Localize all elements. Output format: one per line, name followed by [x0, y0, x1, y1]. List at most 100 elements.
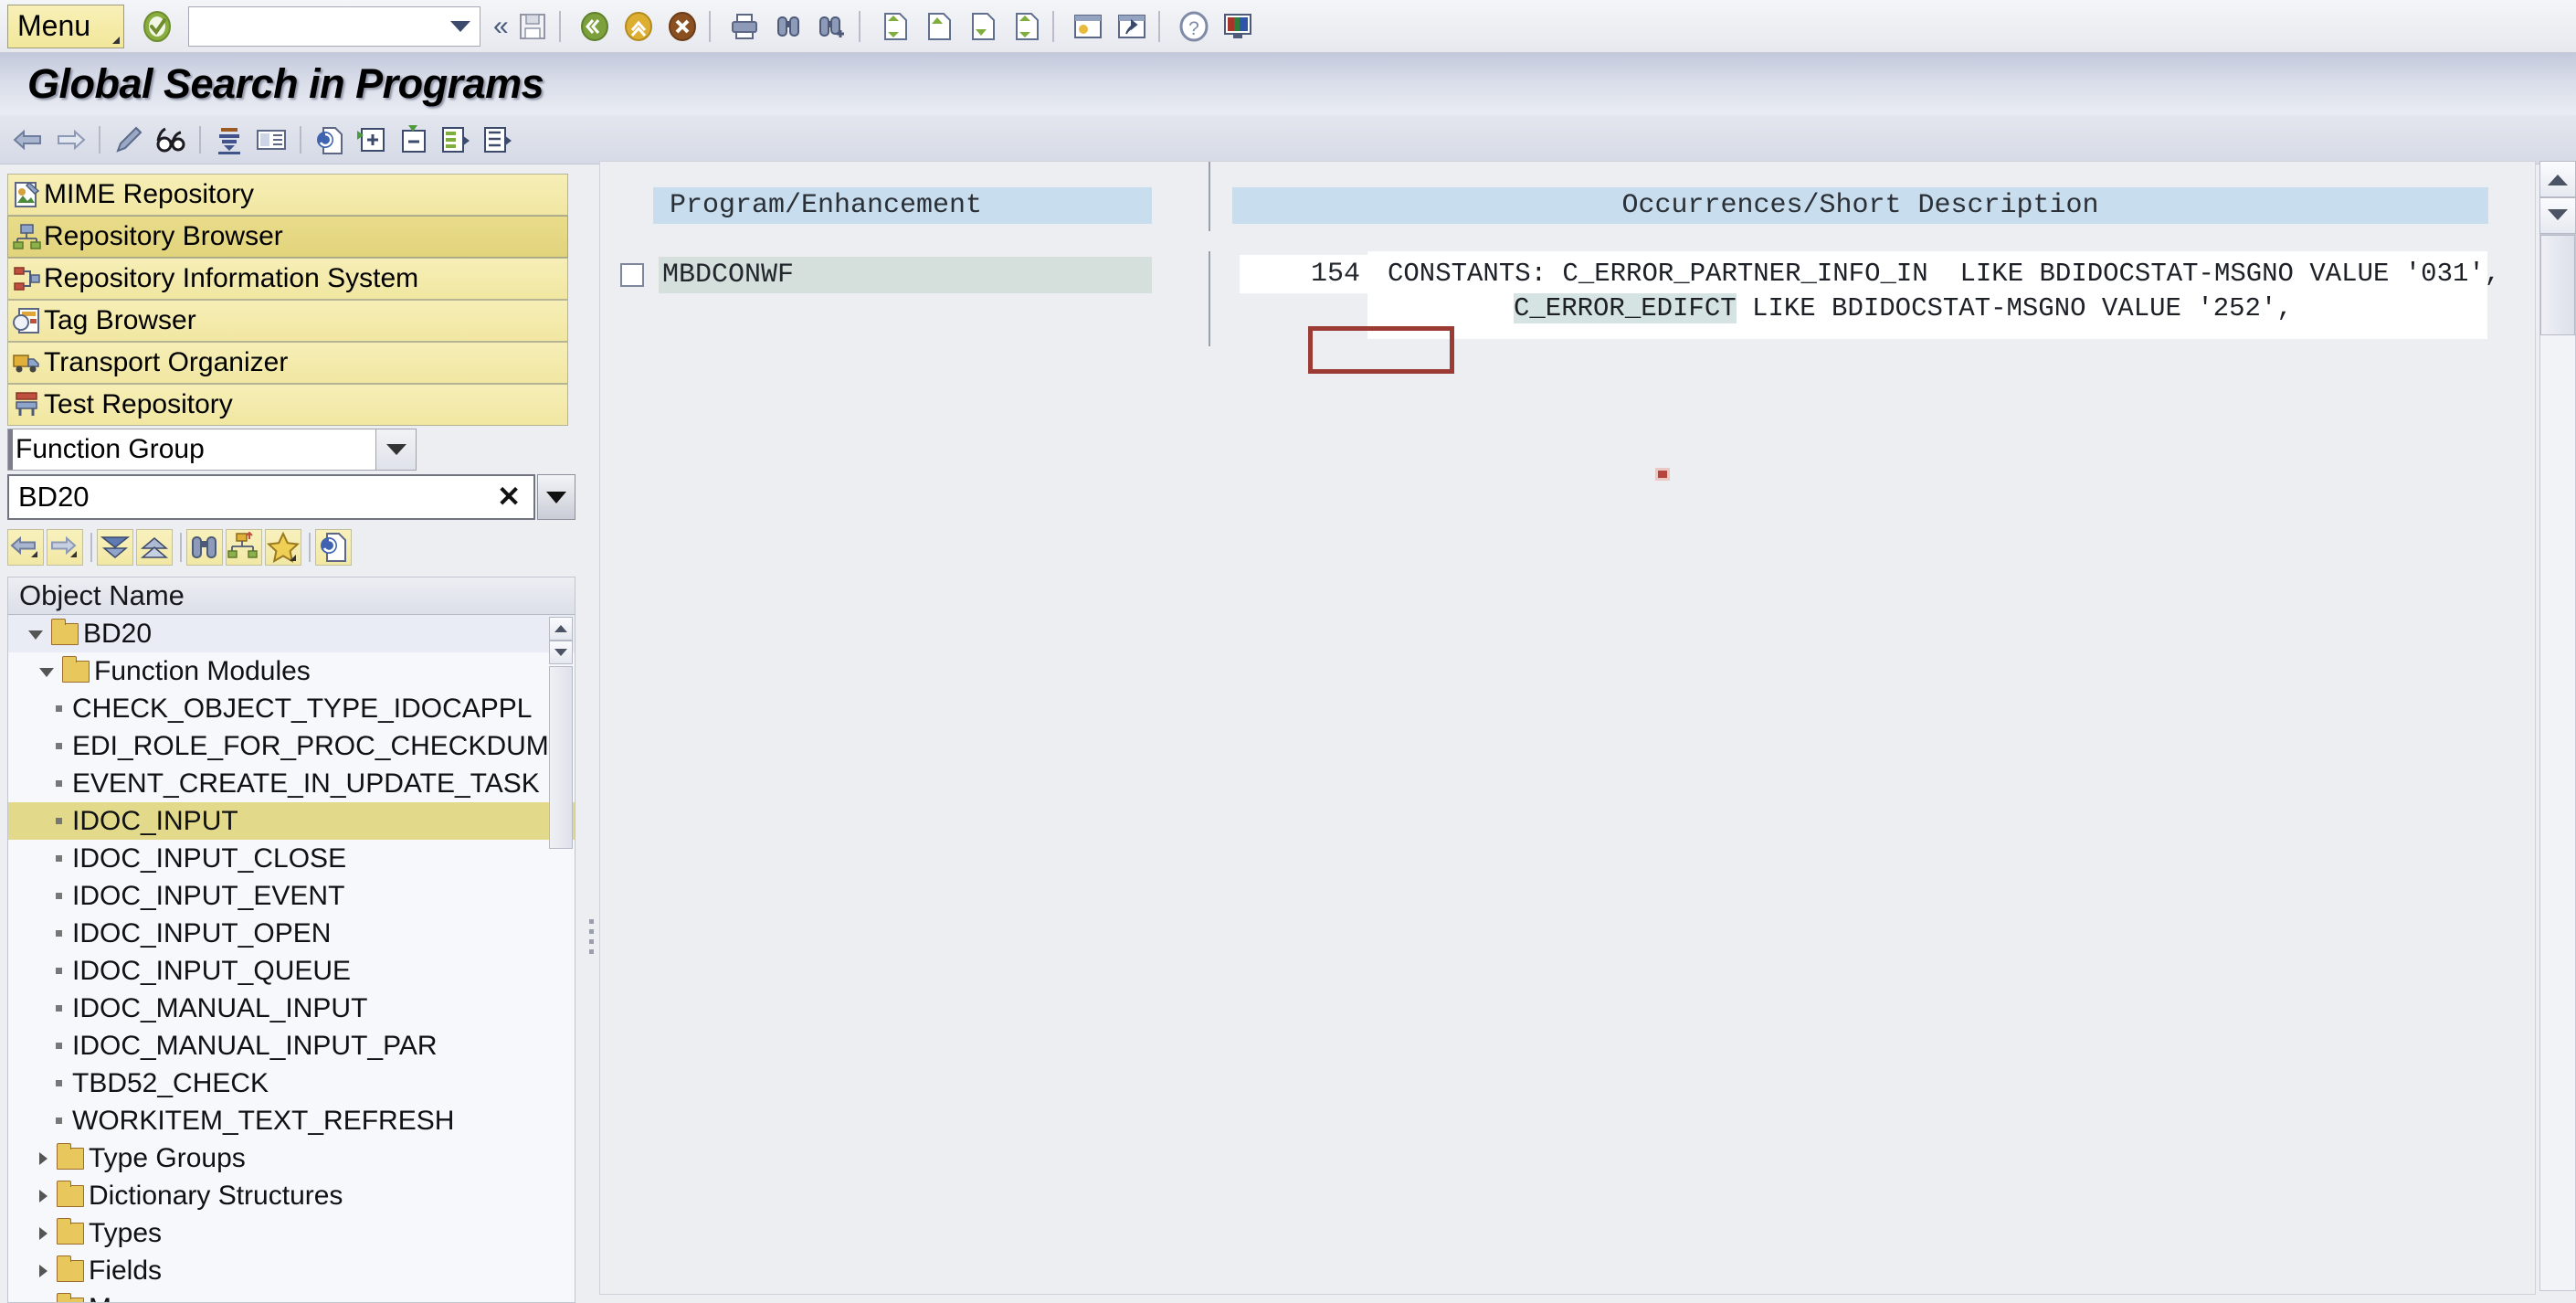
cancel-icon[interactable]: [664, 8, 701, 45]
expand-node-icon[interactable]: [354, 122, 389, 157]
save-icon[interactable]: [514, 8, 551, 45]
chevron-down-icon[interactable]: [39, 668, 54, 677]
tree-leaf-check-object-type-idocappl[interactable]: CHECK_OBJECT_TYPE_IDOCAPPL: [8, 690, 575, 727]
expand-all-icon[interactable]: [97, 529, 133, 566]
collapse-toolbar-icon[interactable]: «: [493, 13, 507, 40]
tree-node-types[interactable]: Types: [8, 1214, 575, 1252]
chevron-right-icon[interactable]: [39, 1227, 48, 1240]
customize-layout-icon[interactable]: [1219, 8, 1256, 45]
object-type-select[interactable]: Function Group: [7, 429, 417, 471]
column-header-program[interactable]: Program/Enhancement: [653, 187, 1152, 224]
scrollbar-thumb[interactable]: [2540, 235, 2575, 335]
refresh-icon[interactable]: [312, 122, 347, 157]
toolbar-separator: [99, 126, 100, 154]
application-toolbar: [0, 115, 2576, 164]
search-dropdown-button[interactable]: [537, 474, 575, 520]
scroll-up-button[interactable]: [549, 617, 573, 641]
previous-page-icon[interactable]: [920, 8, 956, 45]
search-input[interactable]: BD20 ✕: [7, 474, 535, 520]
scroll-up-button[interactable]: [2539, 161, 2576, 197]
refresh-tree-icon[interactable]: [315, 529, 352, 566]
tree-node-bd20[interactable]: BD20: [8, 615, 575, 652]
chevron-down-icon[interactable]: [450, 21, 470, 32]
tree-leaf-idoc-input-open[interactable]: IDOC_INPUT_OPEN: [8, 915, 575, 952]
tree-leaf-workitem-text-refresh[interactable]: WORKITEM_TEXT_REFRESH: [8, 1102, 575, 1139]
code-snippet[interactable]: CONSTANTS: C_ERROR_PARTNER_INFO_IN LIKE …: [1367, 251, 2487, 339]
print-icon[interactable]: [726, 8, 763, 45]
scrollbar-thumb[interactable]: [549, 666, 573, 849]
toolbar-separator: [559, 11, 561, 42]
object-navigation-icon[interactable]: [226, 529, 262, 566]
tree-leaf-idoc-input-close[interactable]: IDOC_INPUT_CLOSE: [8, 840, 575, 877]
sidebar-item-test-repository[interactable]: Test Repository: [7, 384, 568, 426]
tree-node-label: IDOC_INPUT: [72, 806, 238, 837]
sidebar-item-repository-information-system[interactable]: Repository Information System: [7, 258, 568, 300]
exit-icon[interactable]: [620, 8, 657, 45]
tree-node-macros[interactable]: Macros: [8, 1289, 575, 1303]
program-cell[interactable]: MBDCONWF: [620, 257, 1152, 293]
tree-leaf-idoc-manual-input[interactable]: IDOC_MANUAL_INPUT: [8, 990, 575, 1027]
collapse-all-icon[interactable]: [136, 529, 173, 566]
create-session-icon[interactable]: [1070, 8, 1106, 45]
create-shortcut-icon[interactable]: [1114, 8, 1150, 45]
next-page-icon[interactable]: [964, 8, 1000, 45]
find-object-icon[interactable]: [186, 529, 223, 566]
tree-leaf-idoc-manual-input-par[interactable]: IDOC_MANUAL_INPUT_PAR: [8, 1027, 575, 1065]
tree-leaf-edi-role-for-proc-checkdumm[interactable]: EDI_ROLE_FOR_PROC_CHECKDUMM: [8, 727, 575, 765]
tree-node-type-groups[interactable]: Type Groups: [8, 1139, 575, 1177]
menu-button-label: Menu: [17, 9, 90, 43]
tree-vertical-scrollbar[interactable]: [549, 617, 573, 1300]
help-icon[interactable]: ?: [1176, 8, 1212, 45]
deselect-subtree-icon[interactable]: [480, 122, 515, 157]
main-vertical-scrollbar[interactable]: [2539, 161, 2576, 1295]
menu-button[interactable]: Menu: [7, 5, 124, 48]
back-arrow-icon[interactable]: [11, 122, 46, 157]
select-subtree-icon[interactable]: [438, 122, 473, 157]
tree-leaf-idoc-input[interactable]: IDOC_INPUT: [8, 802, 575, 840]
clear-search-icon[interactable]: ✕: [497, 481, 521, 514]
scroll-down-button[interactable]: [2539, 197, 2576, 234]
display-glasses-icon[interactable]: [153, 122, 188, 157]
panel-splitter[interactable]: [585, 914, 597, 978]
object-list-icon[interactable]: [254, 122, 289, 157]
sidebar-item-repository-browser[interactable]: Repository Browser: [7, 216, 568, 258]
code-line-2: C_ERROR_EDIFCT LIKE BDIDOCSTAT-MSGNO VAL…: [1514, 293, 2293, 323]
chevron-right-icon[interactable]: [39, 1152, 48, 1165]
history-back-icon[interactable]: [7, 529, 44, 566]
sidebar-item-tag-browser[interactable]: Tag Browser: [7, 300, 568, 342]
tree-node-fields[interactable]: Fields: [8, 1252, 575, 1289]
chevron-down-icon[interactable]: [375, 429, 416, 470]
column-header-occurrences[interactable]: Occurrences/Short Description: [1232, 187, 2488, 224]
favorites-star-icon[interactable]: [265, 529, 301, 566]
other-object-icon[interactable]: [212, 122, 247, 157]
tree-leaf-idoc-input-event[interactable]: IDOC_INPUT_EVENT: [8, 877, 575, 915]
back-icon[interactable]: [576, 8, 613, 45]
row-checkbox[interactable]: [620, 263, 644, 287]
sidebar-item-mime-repository[interactable]: MIME Repository: [7, 174, 568, 216]
sidebar-item-transport-organizer[interactable]: Transport Organizer: [7, 342, 568, 384]
find-icon[interactable]: [770, 8, 807, 45]
object-tree[interactable]: BD20 Function Modules CHECK_OBJECT_TYPE_…: [7, 615, 575, 1303]
history-forward-icon[interactable]: [47, 529, 83, 566]
scrollbar-track[interactable]: [2539, 234, 2576, 1291]
tree-node-dictionary-structures[interactable]: Dictionary Structures: [8, 1177, 575, 1214]
tree-leaf-event-create-in-update-task[interactable]: EVENT_CREATE_IN_UPDATE_TASK: [8, 765, 575, 802]
first-page-icon[interactable]: [876, 8, 913, 45]
collapse-node-icon[interactable]: [396, 122, 431, 157]
chevron-right-icon[interactable]: [39, 1190, 48, 1202]
find-next-icon[interactable]: [814, 8, 850, 45]
table-row[interactable]: MBDCONWF 154 CONSTANTS: C_ERROR_PARTNER_…: [600, 251, 2535, 346]
tree-toolbar: [7, 527, 575, 567]
edit-pencil-icon[interactable]: [111, 122, 146, 157]
chevron-right-icon[interactable]: [39, 1265, 48, 1277]
tree-node-function-modules[interactable]: Function Modules: [8, 652, 575, 690]
command-input[interactable]: [189, 7, 427, 44]
forward-arrow-icon[interactable]: [53, 122, 88, 157]
command-field[interactable]: [188, 6, 480, 47]
last-page-icon[interactable]: [1008, 8, 1044, 45]
tree-leaf-idoc-input-queue[interactable]: IDOC_INPUT_QUEUE: [8, 952, 575, 990]
scroll-down-button[interactable]: [549, 641, 573, 664]
ok-check-icon[interactable]: [137, 6, 177, 47]
chevron-down-icon[interactable]: [28, 630, 43, 640]
tree-leaf-tbd52-check[interactable]: TBD52_CHECK: [8, 1065, 575, 1102]
